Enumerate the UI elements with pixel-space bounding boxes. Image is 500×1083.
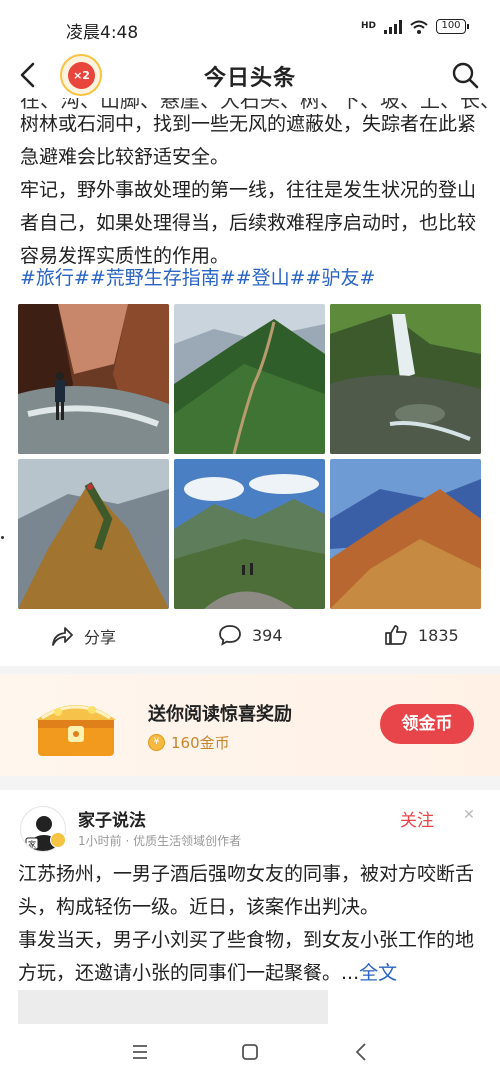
- divider: [0, 776, 500, 790]
- divider: [0, 666, 500, 674]
- system-nav-bar: [0, 1026, 500, 1083]
- share-label: 分享: [84, 628, 117, 647]
- claim-coins-button[interactable]: 领金币: [380, 704, 474, 744]
- comment-button[interactable]: 394: [218, 624, 283, 646]
- image-grid: [18, 304, 481, 609]
- author-meta: 1小时前 · 优质生活领域创作者: [78, 834, 242, 848]
- post-paragraph: 江苏扬州，一男子酒后强吻女友的同事，被对方咬断舌头，构成轻伤一级。近日，该案作出…: [18, 863, 475, 918]
- article-paragraph: 树林或石洞中，找到一些无风的遮蔽处，失踪者在此紧急避难会比较舒适安全。: [20, 113, 477, 168]
- reward-banner[interactable]: 送你阅读惊喜奖励 ¥ 160金币 领金币: [0, 674, 500, 776]
- status-bar: 凌晨4:48 HD 100: [0, 0, 500, 52]
- menu-icon[interactable]: [128, 1040, 152, 1064]
- photo-mountain-ridge-trail[interactable]: [174, 304, 325, 454]
- close-icon[interactable]: ✕: [460, 806, 478, 824]
- avatar-initial: 家: [28, 839, 36, 849]
- home-icon[interactable]: [238, 1040, 262, 1064]
- edge-dot: [1, 536, 4, 539]
- status-icons: HD 100: [360, 19, 469, 34]
- reward-coins: ¥ 160金币: [148, 732, 230, 753]
- treasure-chest-icon: [36, 705, 116, 756]
- search-icon[interactable]: [450, 60, 480, 90]
- article-paragraph: 牢记，野外事故处理的第一线，往往是发生状况的登山者自己，如果处理得当，后续救难程…: [20, 179, 477, 267]
- article-actions: 分享 394 1835: [0, 620, 500, 656]
- coin-icon: ¥: [148, 734, 165, 751]
- article-tags[interactable]: #旅行##荒野生存指南##登山##驴友#: [20, 262, 375, 295]
- top-nav: ×2 今日头条: [0, 52, 500, 98]
- verified-badge-icon: [50, 832, 66, 848]
- thumbs-up-icon: [385, 625, 407, 645]
- battery-icon: 100: [436, 19, 469, 34]
- share-button[interactable]: 分享: [50, 624, 116, 648]
- photo-waterfall[interactable]: [330, 304, 481, 454]
- photo-golden-mountain-slope[interactable]: [330, 459, 481, 609]
- photo-canyon-hiker[interactable]: [18, 304, 169, 454]
- app-title: 今日头条: [203, 66, 296, 91]
- follow-button[interactable]: 关注: [400, 806, 434, 831]
- author-name[interactable]: 家子说法: [78, 806, 146, 831]
- back-icon[interactable]: [350, 1040, 374, 1064]
- hd-icon: HD: [360, 21, 376, 31]
- like-count: 1835: [418, 625, 459, 645]
- share-icon: [52, 627, 73, 646]
- like-button[interactable]: 1835: [384, 624, 459, 646]
- comment-icon: [219, 625, 241, 646]
- post-body[interactable]: 江苏扬州，一男子酒后强吻女友的同事，被对方咬断舌头，构成轻伤一级。近日，该案作出…: [18, 858, 486, 990]
- article-body: 树林或石洞中，找到一些无风的遮蔽处，失踪者在此紧急避难会比较舒适安全。 牢记，野…: [20, 108, 486, 273]
- read-more-link[interactable]: 全文: [359, 962, 397, 984]
- photo-alpine-valley-hikers[interactable]: [174, 459, 325, 609]
- signal-icon: [384, 19, 402, 34]
- post-paragraph: 事发当天，男子小刘买了些食物，到女友小张工作的地方玩，还邀请小张的同事们一起聚餐…: [18, 929, 475, 984]
- reward-title: 送你阅读惊喜奖励: [148, 704, 292, 725]
- status-time: 凌晨4:48: [66, 23, 139, 43]
- wifi-icon: [410, 20, 428, 34]
- comment-count: 394: [252, 625, 283, 645]
- post-image-placeholder[interactable]: [18, 990, 328, 1024]
- photo-hiker-on-ridge[interactable]: [18, 459, 169, 609]
- coin-amount: 160金币: [171, 734, 230, 752]
